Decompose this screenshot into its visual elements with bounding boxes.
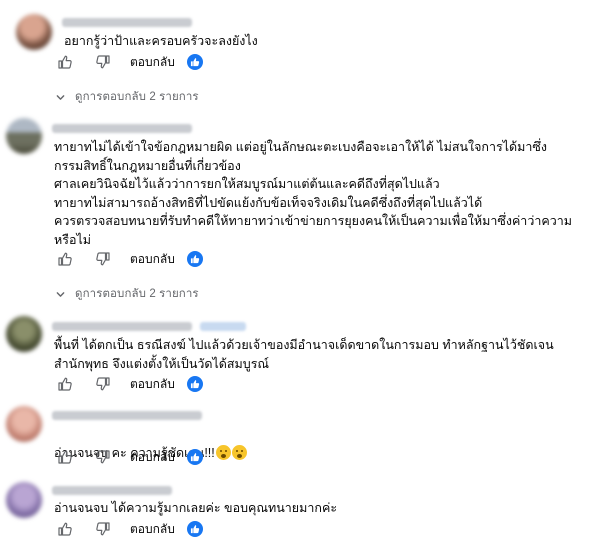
chevron-down-icon <box>56 93 65 102</box>
avatar[interactable] <box>6 482 42 518</box>
dislike-icon[interactable] <box>94 448 112 466</box>
comment-text: พื้นที่ ได้ตกเป็น ธรณีสงฆ์ ไปแล้วด้วยเจ้… <box>54 338 554 371</box>
view-replies-link[interactable]: ดูการตอบกลับ 2 รายการ <box>56 88 199 106</box>
avatar[interactable] <box>16 14 52 50</box>
reaction-like-icon[interactable] <box>186 251 203 267</box>
reaction-like-icon[interactable] <box>186 376 203 392</box>
dislike-icon[interactable] <box>94 250 112 268</box>
chevron-down-icon <box>56 290 65 299</box>
like-icon[interactable] <box>56 520 74 538</box>
comment-text: อ่านจนจบ ได้ความรู้มากเลยค่ะ ขอบคุณทนายม… <box>54 501 338 515</box>
commenter-name-redacted[interactable] <box>52 486 172 495</box>
comment-text: อยากรู้ว่าป้าและครอบครัวจะลงยังไง <box>64 34 258 48</box>
reaction-like-icon[interactable] <box>186 521 203 537</box>
view-replies-label: ดูการตอบกลับ 2 รายการ <box>75 288 199 300</box>
reply-button[interactable]: ตอบกลับ <box>130 448 175 467</box>
reaction-like-icon[interactable] <box>186 449 203 465</box>
avatar[interactable] <box>6 406 42 442</box>
comment-actions: ตอบกลับ <box>56 446 203 468</box>
commenter-name-redacted[interactable] <box>52 124 192 133</box>
like-icon[interactable] <box>56 250 74 268</box>
emoji-icon <box>231 444 247 460</box>
comment-actions: ตอบกลับ <box>56 248 203 270</box>
commenter-name-redacted[interactable] <box>62 18 192 27</box>
comment-actions: ตอบกลับ <box>56 51 203 73</box>
commenter-name-redacted[interactable] <box>52 322 192 331</box>
view-replies-link[interactable]: ดูการตอบกลับ 2 รายการ <box>56 285 199 303</box>
reply-button[interactable]: ตอบกลับ <box>130 53 175 72</box>
like-icon[interactable] <box>56 53 74 71</box>
comment-text: ทายาทไม่ได้เข้าใจข้อกฎหมายผิด แต่อยู่ในล… <box>54 140 573 247</box>
commenter-name-redacted[interactable] <box>200 322 246 331</box>
reply-button[interactable]: ตอบกลับ <box>130 375 175 394</box>
emoji-icon <box>215 444 231 460</box>
dislike-icon[interactable] <box>94 375 112 393</box>
dislike-icon[interactable] <box>94 53 112 71</box>
view-replies-label: ดูการตอบกลับ 2 รายการ <box>75 91 199 103</box>
reply-button[interactable]: ตอบกลับ <box>130 250 175 269</box>
like-icon[interactable] <box>56 448 74 466</box>
comment-actions: ตอบกลับ <box>56 518 203 540</box>
dislike-icon[interactable] <box>94 520 112 538</box>
commenter-name-redacted[interactable] <box>52 411 202 420</box>
reply-button[interactable]: ตอบกลับ <box>130 520 175 539</box>
reaction-like-icon[interactable] <box>186 54 203 70</box>
avatar[interactable] <box>6 316 42 352</box>
comment-actions: ตอบกลับ <box>56 373 203 395</box>
like-icon[interactable] <box>56 375 74 393</box>
avatar[interactable] <box>6 118 42 154</box>
